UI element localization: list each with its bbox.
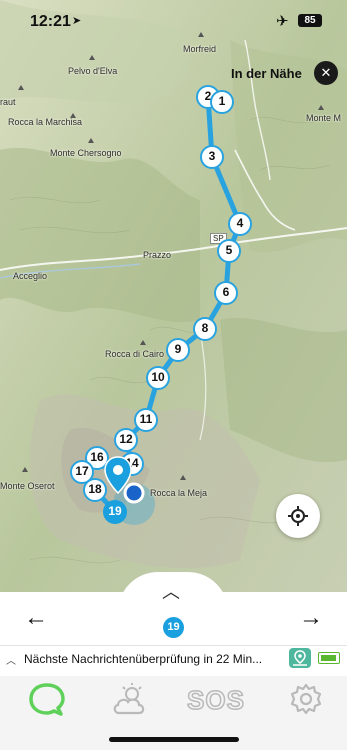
location-arrow-icon: ➤ — [72, 15, 82, 27]
place-label: Monte M — [306, 113, 342, 123]
home-indicator — [109, 737, 239, 742]
airplane-icon: ✈ — [276, 13, 289, 30]
tab-messages[interactable] — [22, 680, 72, 720]
waypoint-marker[interactable]: 1 — [210, 90, 234, 114]
weather-cloud-icon — [113, 683, 145, 715]
place-label: Prazzo — [143, 250, 172, 260]
place-label: Morfreid — [183, 44, 217, 54]
waypoint-count-badge: 19 — [163, 617, 184, 638]
waypoint-marker-current[interactable]: 19 — [103, 500, 127, 524]
chevron-up-icon[interactable]: ︿ — [162, 578, 180, 604]
chevron-up-small-icon[interactable]: ︿ — [6, 652, 16, 667]
place-label: Monte Chersogno — [50, 148, 122, 158]
status-time: 12:21 — [30, 13, 71, 30]
map-pin-icon[interactable] — [289, 648, 311, 668]
close-icon: ✕ — [320, 65, 332, 80]
waypoint-marker[interactable]: 6 — [214, 281, 238, 305]
arrow-left-icon: ← — [24, 604, 48, 631]
waypoint-marker[interactable]: 5 — [217, 239, 241, 263]
place-label: Acceglio — [13, 271, 48, 281]
arrow-right-icon: → — [299, 604, 323, 631]
waypoint-marker[interactable]: 3 — [200, 145, 224, 169]
nearby-label: In der Nähe — [231, 66, 302, 81]
place-label: Rocca la Meja — [150, 488, 208, 498]
waypoint-marker[interactable]: 12 — [114, 428, 138, 452]
place-label: Monte Oserot — [0, 481, 55, 491]
next-button[interactable]: → — [291, 600, 331, 636]
place-label: Rocca la Marchisa — [8, 117, 83, 127]
gear-icon — [290, 683, 322, 715]
locate-button[interactable] — [276, 494, 320, 538]
place-label: Pelvo d'Elva — [68, 66, 118, 76]
waypoint-marker[interactable]: 4 — [228, 212, 252, 236]
previous-button[interactable]: ← — [16, 600, 56, 636]
sos-label: SOS — [186, 684, 245, 716]
waypoint-marker[interactable]: 10 — [146, 366, 170, 390]
map-pin-glyph — [293, 650, 307, 666]
divider — [0, 645, 347, 646]
status-bar: 12:21 ➤ ✈ 85 — [0, 0, 347, 44]
message-check-status[interactable]: Nächste Nachrichtenüberprüfung in 22 Min… — [24, 652, 280, 666]
crosshair-icon — [288, 506, 308, 526]
waypoint-marker[interactable]: 8 — [193, 317, 217, 341]
chat-bubble-icon — [29, 683, 65, 716]
close-button[interactable]: ✕ — [314, 61, 338, 85]
battery-icon: 85 — [298, 14, 322, 27]
location-pin-icon[interactable] — [104, 456, 132, 494]
tab-settings[interactable] — [281, 680, 331, 720]
tab-weather[interactable] — [106, 680, 156, 720]
waypoint-marker[interactable]: 11 — [134, 408, 158, 432]
tab-sos[interactable]: SOS — [186, 680, 246, 720]
place-label: raut — [0, 97, 16, 107]
device-battery-icon — [318, 652, 340, 664]
waypoint-marker[interactable]: 9 — [166, 338, 190, 362]
place-label: Rocca di Cairo — [105, 349, 165, 359]
